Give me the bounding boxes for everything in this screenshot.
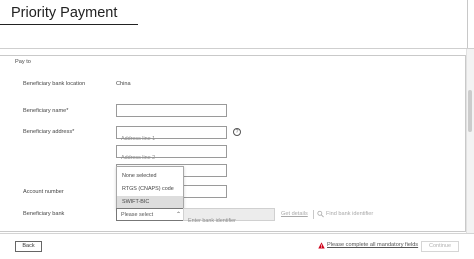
bank-type-select[interactable]: Please select ⌃ (116, 208, 184, 221)
section-heading: Pay to (15, 59, 31, 65)
beneficiary-name-label: Beneficiary name* (23, 108, 69, 114)
get-details-link[interactable]: Get details (281, 211, 308, 217)
back-button[interactable]: Back (15, 241, 42, 252)
warning-triangle-icon (318, 242, 325, 249)
beneficiary-name-input[interactable] (117, 111, 226, 123)
mandatory-fields-warning-link[interactable]: Please complete all mandatory fields (327, 242, 418, 248)
address-line1-input[interactable] (117, 133, 226, 145)
header-right-border (467, 0, 468, 48)
bank-location-value: China (116, 81, 131, 87)
address-line1-field[interactable] (116, 126, 227, 145)
dropdown-option-rtgs[interactable]: RTGS (CNAPS) code (117, 183, 183, 195)
header-separator (0, 48, 474, 49)
dropdown-option-swift[interactable]: SWIFT-BIC (117, 196, 183, 208)
dropdown-option-none[interactable]: None selected (117, 170, 183, 182)
beneficiary-bank-label: Beneficiary bank (23, 211, 65, 217)
address-line2-field[interactable] (116, 145, 227, 164)
beneficiary-name-field[interactable] (116, 104, 227, 123)
bank-type-dropdown: None selected RTGS (CNAPS) code SWIFT-BI… (116, 166, 184, 209)
select-value: Please select (121, 212, 154, 218)
address-line2-input[interactable] (117, 152, 226, 164)
footer-separator (0, 233, 474, 234)
scrollbar-track[interactable] (466, 49, 474, 233)
search-icon[interactable] (317, 210, 324, 218)
link-separator (313, 210, 314, 219)
title-underline (0, 24, 138, 25)
bank-identifier-input[interactable] (184, 215, 274, 227)
continue-button[interactable]: Continue (421, 241, 459, 252)
bank-identifier-field[interactable] (183, 208, 275, 227)
account-number-label: Account number (23, 189, 64, 195)
page-title: Priority Payment (11, 5, 118, 21)
find-bank-identifier-link[interactable]: Find bank identifier (326, 211, 373, 217)
beneficiary-address-label: Beneficiary address* (23, 129, 75, 135)
chevron-down-icon: ⌃ (176, 212, 182, 218)
help-icon[interactable]: ? (233, 128, 241, 136)
scrollbar-thumb[interactable] (468, 90, 472, 132)
bank-location-label: Beneficiary bank location (23, 81, 86, 87)
